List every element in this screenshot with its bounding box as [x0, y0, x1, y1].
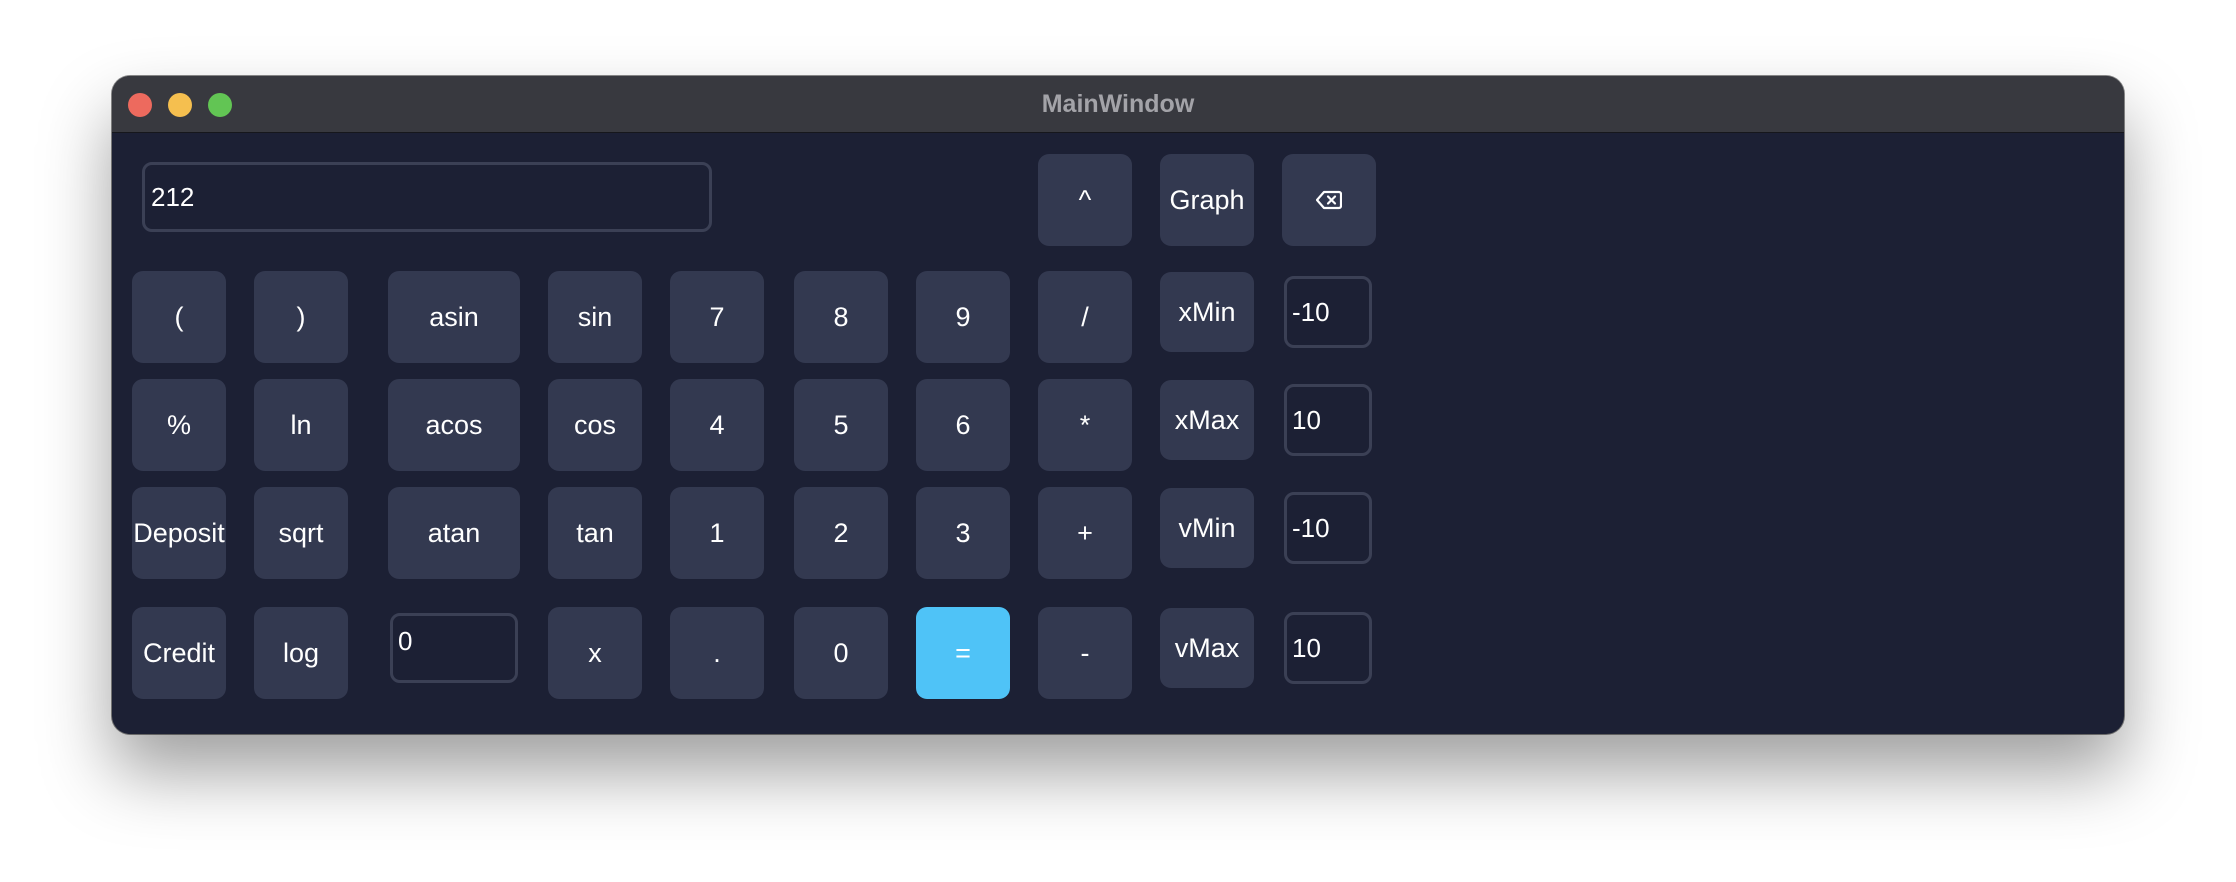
xmax-label-button[interactable]: xMax: [1160, 380, 1254, 460]
close-paren-button[interactable]: ): [254, 271, 348, 363]
digit-5-button[interactable]: 5: [794, 379, 888, 471]
digit-6-button[interactable]: 6: [916, 379, 1010, 471]
divide-button[interactable]: /: [1038, 271, 1132, 363]
equals-button[interactable]: =: [916, 607, 1010, 699]
digit-1-button[interactable]: 1: [670, 487, 764, 579]
vmin-label-button[interactable]: vMin: [1160, 488, 1254, 568]
deposit-button[interactable]: Deposit: [132, 487, 226, 579]
atan-button[interactable]: atan: [388, 487, 520, 579]
digit-4-button[interactable]: 4: [670, 379, 764, 471]
digit-8-button[interactable]: 8: [794, 271, 888, 363]
open-paren-button[interactable]: (: [132, 271, 226, 363]
digit-9-button[interactable]: 9: [916, 271, 1010, 363]
digit-2-button[interactable]: 2: [794, 487, 888, 579]
plus-button[interactable]: +: [1038, 487, 1132, 579]
sqrt-button[interactable]: sqrt: [254, 487, 348, 579]
graph-plot[interactable]: 012345012345: [1352, 158, 2052, 722]
vmax-label-button[interactable]: vMax: [1160, 608, 1254, 688]
title-bar: MainWindow: [112, 76, 2124, 133]
log-button[interactable]: log: [254, 607, 348, 699]
graph-button[interactable]: Graph: [1160, 154, 1254, 246]
ln-button[interactable]: ln: [254, 379, 348, 471]
cos-button[interactable]: cos: [548, 379, 642, 471]
credit-button[interactable]: Credit: [132, 607, 226, 699]
digit-0-button[interactable]: 0: [794, 607, 888, 699]
asin-button[interactable]: asin: [388, 271, 520, 363]
main-window: MainWindow ^ Graph ( ) asin sin 7 8 9 / …: [112, 76, 2124, 734]
tan-button[interactable]: tan: [548, 487, 642, 579]
multiply-button[interactable]: *: [1038, 379, 1132, 471]
sin-button[interactable]: sin: [548, 271, 642, 363]
minus-button[interactable]: -: [1038, 607, 1132, 699]
x-value-input[interactable]: [390, 613, 518, 683]
expression-display[interactable]: [142, 162, 712, 232]
x-variable-button[interactable]: x: [548, 607, 642, 699]
acos-button[interactable]: acos: [388, 379, 520, 471]
decimal-point-button[interactable]: .: [670, 607, 764, 699]
power-button[interactable]: ^: [1038, 154, 1132, 246]
digit-3-button[interactable]: 3: [916, 487, 1010, 579]
xmin-label-button[interactable]: xMin: [1160, 272, 1254, 352]
digit-7-button[interactable]: 7: [670, 271, 764, 363]
percent-button[interactable]: %: [132, 379, 226, 471]
window-title: MainWindow: [1041, 90, 1195, 118]
backspace-icon: [1316, 190, 1342, 210]
